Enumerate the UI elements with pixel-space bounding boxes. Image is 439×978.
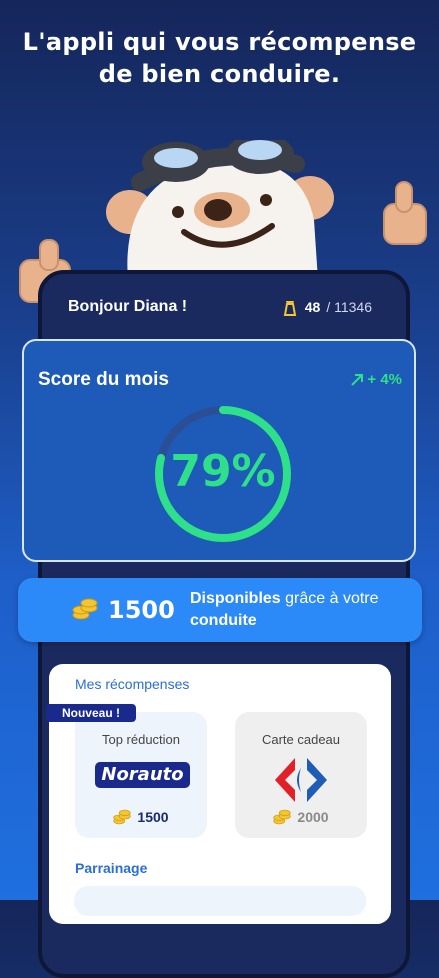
- available-points-banner[interactable]: 1500 Disponibles grâce à votre conduite: [18, 578, 422, 642]
- new-badge: Nouveau !: [46, 704, 136, 722]
- score-title: Score du mois: [38, 369, 169, 390]
- arrow-up-right-icon: [351, 373, 364, 386]
- coins-icon: [113, 809, 132, 825]
- leaderboard-rank[interactable]: 48 / 11346: [281, 298, 372, 316]
- rewards-panel: Mes récompenses Top réduction Norauto 15…: [49, 664, 391, 924]
- thumbs-up-right-illustration: [383, 181, 427, 245]
- app-header: Bonjour Diana ! 48 / 11346: [42, 288, 398, 332]
- points-amount: 1500: [108, 596, 175, 624]
- rewards-section-label: Mes récompenses: [75, 676, 190, 692]
- tower-icon: [283, 301, 296, 316]
- reward-title: Carte cadeau: [261, 732, 341, 747]
- mascot-illustration: [106, 140, 334, 280]
- reward-card-norauto[interactable]: Top réduction Norauto 1500: [75, 712, 207, 838]
- coins-icon: [72, 598, 98, 620]
- referral-section-label: Parrainage: [75, 860, 148, 876]
- points-desc-suffix: conduite: [190, 612, 257, 629]
- reward-cost-value: 2000: [297, 809, 329, 825]
- reward-title: Top réduction: [101, 732, 181, 747]
- reward-card-carrefour[interactable]: Carte cadeau 2000: [235, 712, 367, 838]
- reward-cost: 2000: [235, 808, 367, 826]
- referral-row[interactable]: [74, 886, 366, 916]
- norauto-logo: Norauto: [95, 762, 190, 788]
- promo-headline: L'appli qui vous récompense de bien cond…: [0, 26, 439, 90]
- rank-value: 48: [304, 299, 321, 315]
- reward-cost-value: 1500: [137, 809, 169, 825]
- monthly-score-card[interactable]: Score du mois + 4% 79%: [22, 339, 416, 562]
- score-trend: + 4%: [350, 371, 402, 388]
- reward-cost: 1500: [75, 808, 207, 826]
- headline-line-1: L'appli qui vous récompense: [22, 28, 417, 56]
- score-trend-value: + 4%: [367, 371, 402, 388]
- rank-total: / 11346: [326, 299, 372, 315]
- greeting-text: Bonjour Diana !: [68, 298, 188, 315]
- headline-line-2: de bien conduire.: [98, 60, 341, 88]
- coins-icon: [273, 809, 292, 825]
- points-desc-mid: grâce à votre: [280, 590, 379, 607]
- score-value: 79%: [170, 446, 276, 497]
- carrefour-logo: [275, 758, 327, 802]
- points-desc-prefix: Disponibles: [190, 590, 281, 607]
- points-description: Disponibles grâce à votre conduite: [190, 588, 410, 632]
